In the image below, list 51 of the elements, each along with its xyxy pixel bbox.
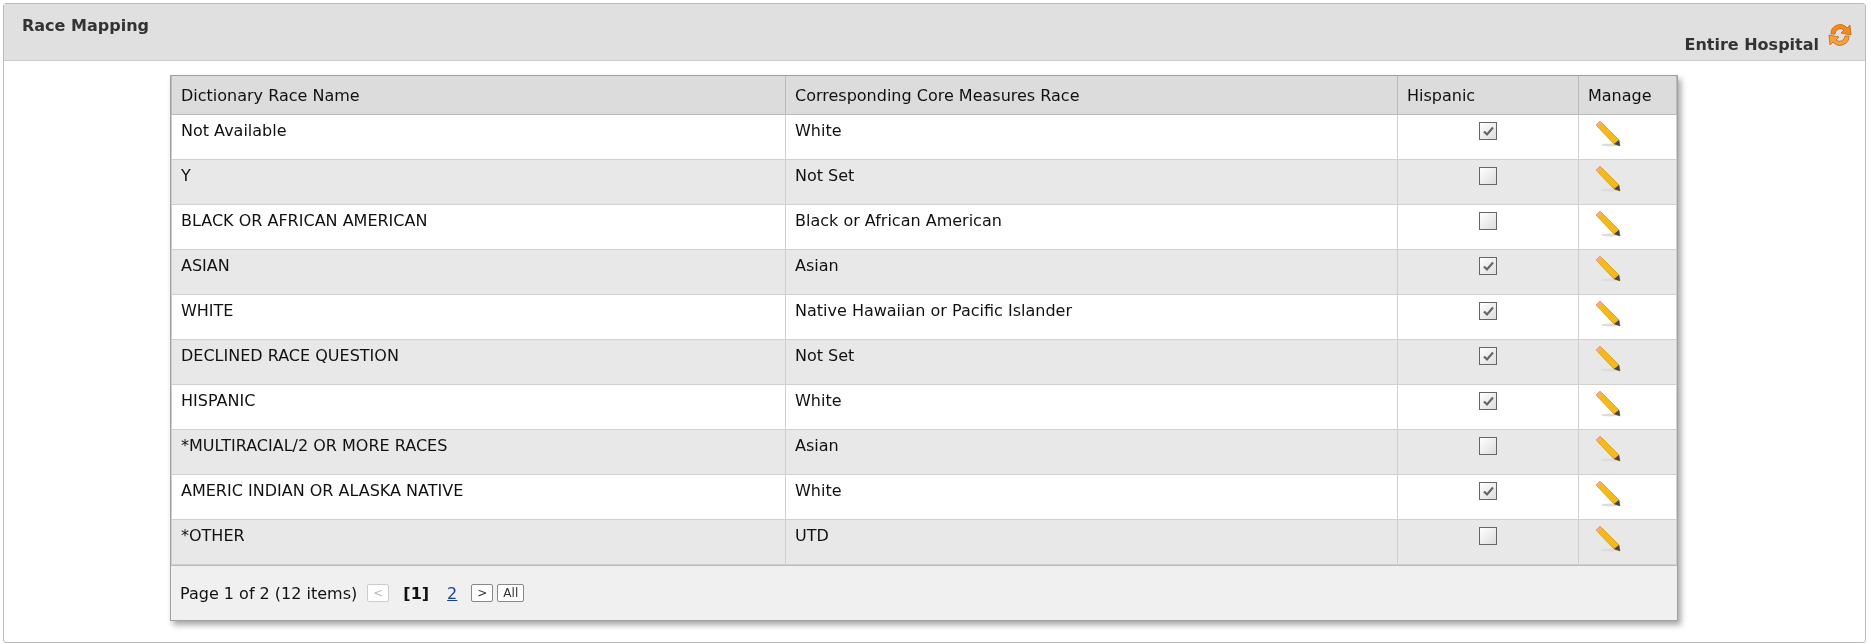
- table-cell: Native Hawaiian or Pacific Islander: [785, 294, 1398, 340]
- pencil-icon[interactable]: [1593, 524, 1623, 554]
- table-cell: Y: [171, 159, 786, 205]
- next-page-button[interactable]: >: [471, 584, 494, 602]
- checkbox[interactable]: [1479, 257, 1497, 275]
- table-cell: *OTHER: [171, 519, 786, 565]
- page-link[interactable]: [1]: [403, 583, 430, 603]
- pencil-icon[interactable]: [1593, 389, 1623, 419]
- pencil-icon[interactable]: [1593, 434, 1623, 464]
- column-header: Corresponding Core Measures Race: [785, 76, 1398, 115]
- table-cell: AMERIC INDIAN OR ALASKA NATIVE: [171, 474, 786, 520]
- table-cell: WHITE: [171, 294, 786, 340]
- table-cell: White: [785, 114, 1398, 160]
- checkbox[interactable]: [1479, 527, 1497, 545]
- pencil-icon[interactable]: [1593, 479, 1623, 509]
- pencil-icon[interactable]: [1593, 119, 1623, 149]
- table-cell: *MULTIRACIAL/2 OR MORE RACES: [171, 429, 786, 475]
- panel-title: Race Mapping: [22, 16, 149, 37]
- checkbox[interactable]: [1479, 167, 1497, 185]
- pencil-icon[interactable]: [1593, 344, 1623, 374]
- table-cell: DECLINED RACE QUESTION: [171, 339, 786, 385]
- table-cell: Not Set: [785, 159, 1398, 205]
- table-cell: ASIAN: [171, 249, 786, 295]
- table-cell: Not Available: [171, 114, 786, 160]
- checkbox[interactable]: [1479, 302, 1497, 320]
- table-cell: Asian: [785, 249, 1398, 295]
- table-cell: UTD: [785, 519, 1398, 565]
- column-header: Manage: [1578, 76, 1677, 115]
- page-summary: Page 1 of 2 (12 items): [180, 583, 358, 603]
- scope-label: Entire Hospital: [1684, 35, 1819, 54]
- checkbox[interactable]: [1479, 437, 1497, 455]
- pencil-icon[interactable]: [1593, 209, 1623, 239]
- table-cell: White: [785, 474, 1398, 520]
- column-header: Dictionary Race Name: [171, 76, 786, 115]
- table-cell: Asian: [785, 429, 1398, 475]
- table-cell: Black or African American: [785, 204, 1398, 250]
- checkbox[interactable]: [1479, 122, 1497, 140]
- checkbox[interactable]: [1479, 482, 1497, 500]
- table-cell: HISPANIC: [171, 384, 786, 430]
- page-link[interactable]: 2: [447, 583, 458, 603]
- table-cell: Not Set: [785, 339, 1398, 385]
- pencil-icon[interactable]: [1593, 164, 1623, 194]
- pencil-icon[interactable]: [1593, 299, 1623, 329]
- checkbox[interactable]: [1479, 392, 1497, 410]
- checkbox[interactable]: [1479, 347, 1497, 365]
- table-cell: BLACK OR AFRICAN AMERICAN: [171, 204, 786, 250]
- show-all-button[interactable]: All: [497, 584, 525, 602]
- column-header: Hispanic: [1397, 76, 1579, 115]
- checkbox[interactable]: [1479, 212, 1497, 230]
- pencil-icon[interactable]: [1593, 254, 1623, 284]
- table-cell: White: [785, 384, 1398, 430]
